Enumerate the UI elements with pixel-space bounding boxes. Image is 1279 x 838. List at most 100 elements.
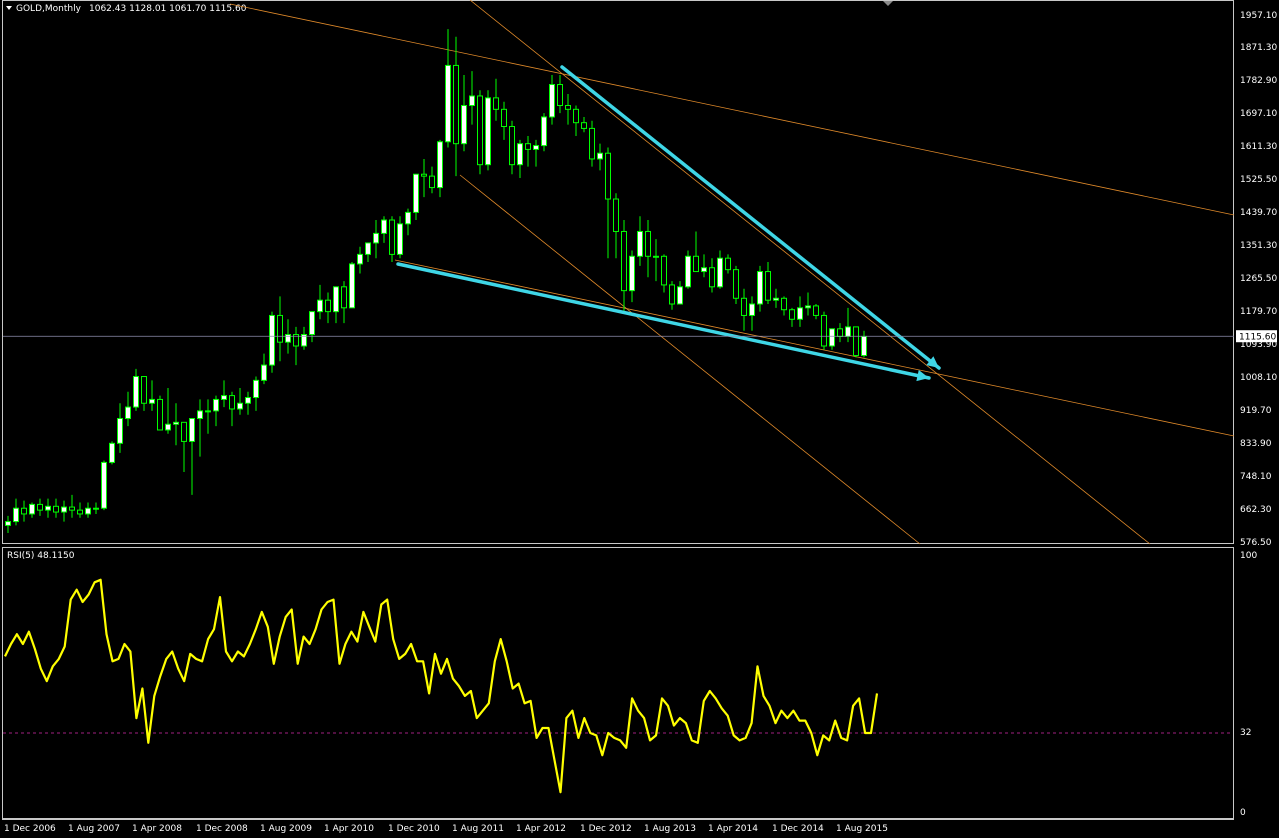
- x-tick: 1 Apr 2014: [708, 824, 758, 834]
- candle-up: [637, 230, 643, 257]
- rsi-value: 48.1150: [37, 551, 74, 561]
- chart-shift-marker[interactable]: [883, 1, 893, 6]
- candle-down: [765, 271, 771, 301]
- current-price-layer: 1115.60: [3, 330, 1277, 343]
- candle-up: [189, 418, 195, 442]
- candle-up: [805, 305, 811, 309]
- trendline: [229, 3, 1235, 216]
- x-tick: 1 Aug 2011: [452, 824, 504, 834]
- candle-down: [733, 269, 739, 299]
- candle-up: [269, 314, 275, 366]
- candle-down: [589, 127, 595, 160]
- rsi-line: [4, 578, 879, 794]
- x-tick: 1 Dec 2008: [196, 824, 248, 834]
- x-tick: 1 Apr 2012: [516, 824, 566, 834]
- candle-up: [213, 398, 219, 412]
- candle-down: [709, 267, 715, 288]
- candle-down: [853, 326, 859, 357]
- candles-layer: [5, 29, 867, 534]
- y-tick: 1265.50: [1240, 274, 1277, 284]
- candle-down: [53, 505, 59, 513]
- candle-up: [797, 307, 803, 320]
- candle-up: [413, 173, 419, 213]
- candle-up: [461, 105, 467, 145]
- candle-down: [325, 299, 331, 313]
- candle-up: [373, 232, 379, 244]
- candle-up: [357, 253, 363, 265]
- trendline: [394, 259, 1235, 437]
- candle-up: [85, 507, 91, 515]
- candle-up: [101, 461, 107, 509]
- chart-svg: GOLD,Monthly 1062.43 1128.01 1061.70 111…: [2, 0, 1277, 834]
- candle-up: [285, 334, 291, 343]
- rsi-y-tick: 32: [1240, 728, 1251, 738]
- candle-up: [685, 255, 691, 288]
- candle-up: [701, 267, 707, 273]
- candle-down: [453, 64, 459, 145]
- y-tick: 1179.70: [1240, 307, 1277, 317]
- main-plot-frame: [2, 0, 1234, 544]
- candle-up: [757, 271, 763, 305]
- candle-up: [405, 211, 411, 225]
- candle-down: [77, 509, 83, 515]
- candle-down: [37, 503, 43, 511]
- candle-up: [13, 507, 19, 523]
- rsi-layer: [3, 578, 1233, 794]
- candle-up: [445, 64, 451, 143]
- candle-down: [181, 421, 187, 442]
- candle-up: [677, 286, 683, 305]
- candle-down: [789, 309, 795, 320]
- y-axis-ticks: 1957.10 1871.30 1782.90 1697.10 1611.30 …: [1240, 11, 1277, 548]
- candle-down: [741, 297, 747, 316]
- candle-up: [45, 505, 51, 511]
- candle-up: [749, 303, 755, 316]
- candle-up: [109, 442, 115, 463]
- candle-up: [173, 421, 179, 425]
- candle-up: [717, 257, 723, 288]
- candle-up: [245, 397, 251, 404]
- triangle-down-icon[interactable]: [6, 6, 12, 10]
- candle-up: [629, 255, 635, 292]
- candle-up: [205, 410, 211, 413]
- y-tick: 1351.30: [1240, 241, 1277, 251]
- candle-up: [469, 95, 475, 107]
- x-axis-ticks: 1 Dec 2006 1 Aug 2007 1 Apr 2008 1 Dec 2…: [4, 824, 888, 834]
- candle-up: [397, 223, 403, 255]
- rsi-y-tick: 100: [1240, 551, 1257, 561]
- candle-down: [725, 257, 731, 271]
- candle-down: [421, 173, 427, 177]
- x-tick: 1 Aug 2013: [644, 824, 696, 834]
- rsi-plot-frame: [2, 547, 1234, 819]
- candle-down: [581, 122, 587, 129]
- candle-up: [93, 507, 99, 510]
- candle-down: [229, 395, 235, 410]
- candle-down: [573, 108, 579, 124]
- candle-down: [69, 506, 75, 511]
- candle-down: [557, 84, 563, 107]
- rsi-indicator-name: RSI(5): [7, 551, 34, 561]
- candle-down: [605, 152, 611, 200]
- candle-up: [597, 152, 603, 160]
- y-tick: 1782.90: [1240, 76, 1277, 86]
- candle-up: [117, 418, 123, 444]
- y-tick: 748.10: [1240, 472, 1272, 482]
- x-tick: 1 Aug 2009: [260, 824, 312, 834]
- candle-up: [333, 286, 339, 313]
- x-tick: 1 Dec 2014: [772, 824, 824, 834]
- candle-up: [61, 506, 67, 513]
- candle-down: [565, 105, 571, 110]
- current-price-label: 1115.60: [1239, 333, 1276, 343]
- candle-up: [861, 335, 867, 357]
- candle-up: [829, 328, 835, 347]
- symbol-title: GOLD,Monthly: [16, 4, 82, 14]
- y-tick: 919.70: [1240, 406, 1272, 416]
- candle-up: [549, 84, 555, 118]
- rsi-y-tick: 0: [1240, 808, 1246, 818]
- candle-down: [813, 305, 819, 316]
- x-tick: 1 Aug 2007: [68, 824, 120, 834]
- candle-down: [157, 398, 163, 431]
- candle-up: [165, 423, 171, 431]
- candle-down: [389, 219, 395, 255]
- candle-up: [221, 395, 227, 400]
- x-tick: 1 Dec 2006: [4, 824, 56, 834]
